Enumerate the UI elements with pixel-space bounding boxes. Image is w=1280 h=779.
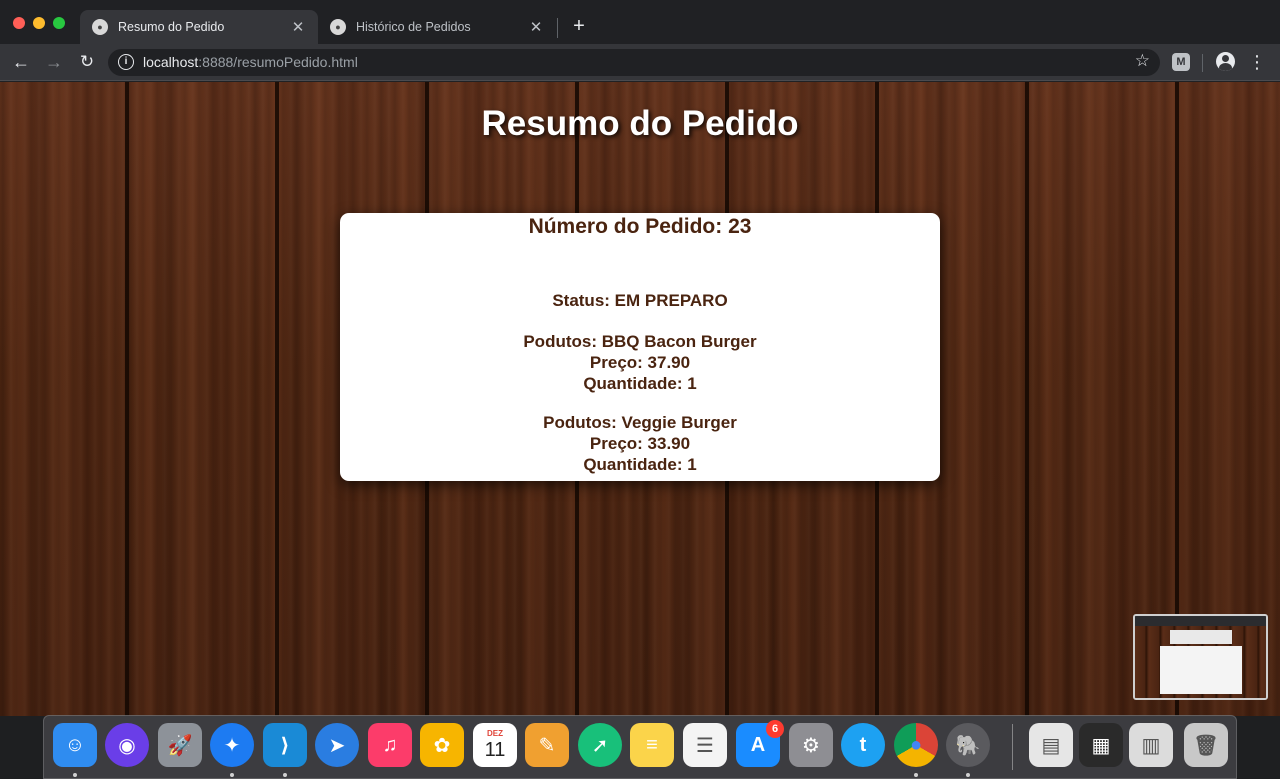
launchpad-icon[interactable]: 🚀 bbox=[158, 723, 202, 767]
dock-separator bbox=[1012, 724, 1013, 770]
fullscreen-window-button[interactable] bbox=[53, 17, 65, 29]
tab-divider bbox=[557, 18, 558, 38]
screenshot-preview-thumbnail[interactable] bbox=[1133, 614, 1268, 700]
tab-bar: ● Resumo do Pedido ✕ ● Histórico de Pedi… bbox=[0, 0, 1280, 44]
elephant-icon[interactable]: 🐘 bbox=[946, 723, 990, 767]
product-name: Podutos: Veggie Burger bbox=[543, 413, 737, 432]
notes-icon[interactable]: ≡ bbox=[630, 723, 674, 767]
product-item: Podutos: BBQ Bacon Burger Preço: 37.90 Q… bbox=[340, 331, 940, 394]
browser-toolbar: ← → ↻ i localhost:8888/resumoPedido.html… bbox=[0, 44, 1280, 81]
page-viewport: Resumo do Pedido Número do Pedido: 23 St… bbox=[0, 82, 1280, 716]
pages-icon[interactable]: ✎ bbox=[525, 723, 569, 767]
macos-dock: ☺ ◉ 🚀 ✦ ⟩ ➤ ♫ ✿ DEZ 11 ✎ ➚ ≡ ☰ A 6 ⚙ t ● 🐘 ▤ ▦ ▥ 🗑 bbox=[43, 715, 1237, 779]
minimize-window-button[interactable] bbox=[33, 17, 45, 29]
close-tab-icon[interactable]: ✕ bbox=[290, 18, 306, 36]
order-summary-card: Número do Pedido: 23 Status: EM PREPARO … bbox=[340, 213, 940, 481]
running-indicator bbox=[283, 773, 287, 777]
product-price: Preço: 37.90 bbox=[589, 353, 691, 372]
new-tab-button[interactable]: + bbox=[568, 14, 590, 38]
screenshot-stack-icon[interactable]: ▦ bbox=[1079, 723, 1123, 767]
thumbnail-card bbox=[1160, 646, 1242, 694]
twitter-icon[interactable]: t bbox=[841, 723, 885, 767]
product-quantity: Quantidade: 1 bbox=[583, 455, 697, 474]
elephant-favicon-icon: ● bbox=[330, 19, 346, 35]
url-text[interactable]: localhost:8888/resumoPedido.html bbox=[143, 54, 358, 70]
finder-icon[interactable]: ☺ bbox=[53, 723, 97, 767]
running-indicator bbox=[914, 773, 918, 777]
back-arrow-icon[interactable]: ← bbox=[9, 50, 33, 74]
music-icon[interactable]: ♫ bbox=[368, 723, 412, 767]
reload-icon[interactable]: ↻ bbox=[75, 50, 99, 74]
close-tab-icon[interactable]: ✕ bbox=[528, 18, 544, 36]
send-icon[interactable]: ➚ bbox=[578, 723, 622, 767]
reminders-icon[interactable]: ☰ bbox=[683, 723, 727, 767]
site-info-icon[interactable]: i bbox=[118, 54, 134, 70]
product-price: Preço: 33.90 bbox=[589, 434, 691, 453]
trash-icon[interactable]: 🗑 bbox=[1184, 723, 1228, 767]
thumbnail-chrome bbox=[1135, 616, 1266, 626]
url-path: :8888/resumoPedido.html bbox=[198, 54, 358, 70]
product-quantity: Quantidade: 1 bbox=[583, 374, 697, 393]
product-name: Podutos: BBQ Bacon Burger bbox=[523, 332, 757, 351]
extension-icon[interactable]: M bbox=[1172, 53, 1190, 71]
elephant-favicon-icon: ● bbox=[92, 19, 108, 35]
notification-badge: 6 bbox=[766, 720, 784, 738]
calendar-icon[interactable]: DEZ 11 bbox=[473, 723, 517, 767]
url-host: localhost bbox=[143, 54, 199, 70]
browser-window: ● Resumo do Pedido ✕ ● Histórico de Pedi… bbox=[0, 0, 1280, 716]
forward-arrow-icon[interactable]: → bbox=[42, 50, 66, 74]
vscode-icon[interactable]: ⟩ bbox=[263, 723, 307, 767]
tab-title: Resumo do Pedido bbox=[118, 20, 225, 34]
downloads-stack-icon[interactable]: ▥ bbox=[1129, 723, 1173, 767]
thumbnail-card-top bbox=[1170, 630, 1232, 644]
close-window-button[interactable] bbox=[13, 17, 25, 29]
calendar-month: DEZ bbox=[487, 729, 503, 738]
tab-title: Histórico de Pedidos bbox=[356, 20, 471, 34]
chrome-menu-icon[interactable]: ⋮ bbox=[1248, 50, 1266, 74]
tab-historico-de-pedidos[interactable]: ● Histórico de Pedidos ✕ bbox=[318, 10, 556, 44]
calendar-day: 11 bbox=[484, 739, 506, 761]
bookmark-star-icon[interactable]: ☆ bbox=[1135, 51, 1150, 71]
running-indicator bbox=[230, 773, 234, 777]
app-store-icon[interactable]: A6 bbox=[736, 720, 784, 767]
profile-avatar-icon[interactable] bbox=[1216, 52, 1235, 71]
photos-icon[interactable]: ✿ bbox=[420, 723, 464, 767]
order-number: Número do Pedido: 23 bbox=[528, 215, 752, 238]
safari-icon[interactable]: ✦ bbox=[210, 723, 254, 767]
running-indicator bbox=[966, 773, 970, 777]
chrome-icon[interactable]: ● bbox=[894, 723, 938, 767]
system-preferences-icon[interactable]: ⚙ bbox=[789, 723, 833, 767]
product-item: Podutos: Veggie Burger Preço: 33.90 Quan… bbox=[340, 412, 940, 475]
running-indicator bbox=[73, 773, 77, 777]
tab-resumo-do-pedido[interactable]: ● Resumo do Pedido ✕ bbox=[80, 10, 318, 44]
siri-icon[interactable]: ◉ bbox=[105, 723, 149, 767]
address-bar[interactable]: i localhost:8888/resumoPedido.html ☆ bbox=[108, 49, 1160, 76]
toolbar-divider bbox=[1202, 54, 1203, 72]
order-status: Status: EM PREPARO bbox=[552, 291, 728, 310]
spark-icon[interactable]: ➤ bbox=[315, 723, 359, 767]
page-title: Resumo do Pedido bbox=[481, 104, 799, 143]
document-icon[interactable]: ▤ bbox=[1029, 723, 1073, 767]
